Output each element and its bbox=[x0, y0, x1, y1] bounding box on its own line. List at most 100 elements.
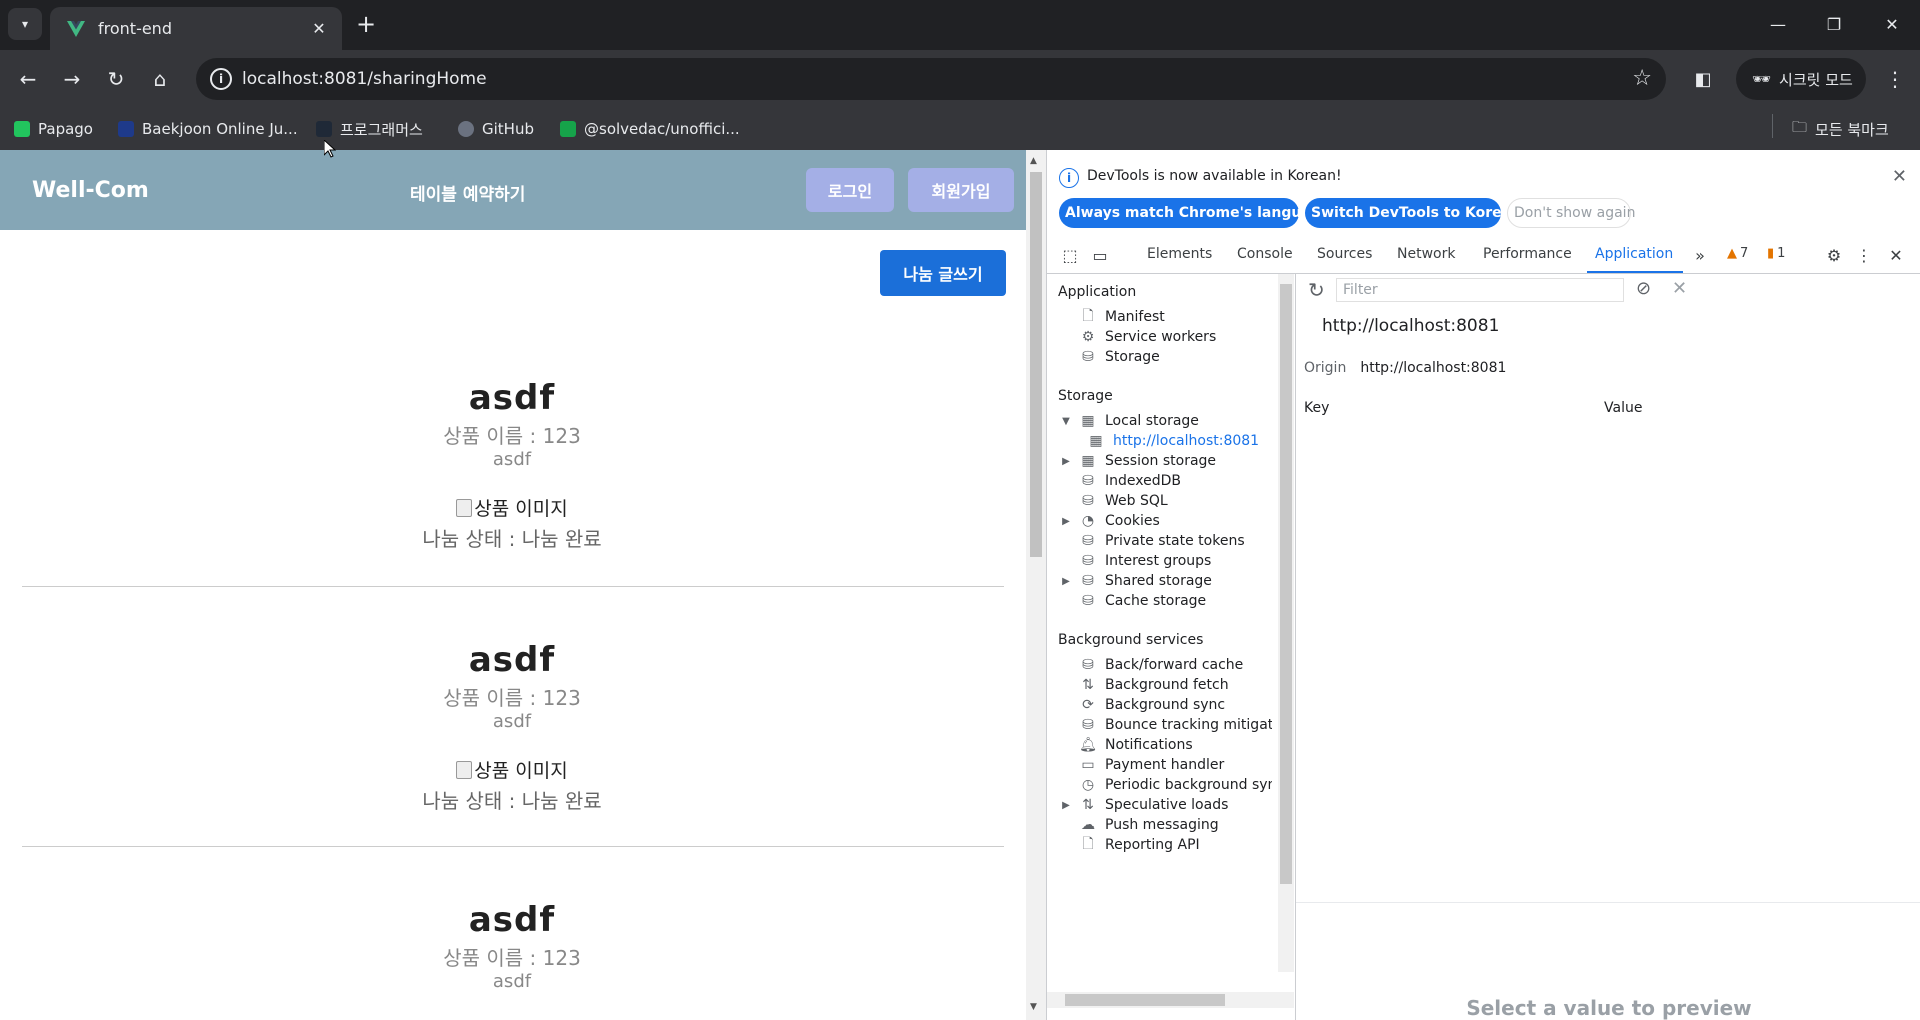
issues-badge[interactable]: ▮ 1 bbox=[1767, 246, 1785, 261]
address-url[interactable]: localhost:8081/sharingHome bbox=[242, 69, 487, 89]
document-icon: 🗋 bbox=[1082, 836, 1094, 852]
new-tab-button[interactable]: + bbox=[352, 10, 380, 38]
switch-to-korean-button[interactable]: Switch DevTools to Korean bbox=[1305, 198, 1521, 228]
sidebar-item-cookies[interactable]: ▶ ◔ Cookies bbox=[1061, 510, 1160, 532]
collapsed-triangle-icon[interactable]: ▶ bbox=[1061, 576, 1071, 587]
scroll-up-icon[interactable]: ▲ bbox=[1030, 156, 1037, 166]
tab-close-icon[interactable]: ✕ bbox=[308, 17, 330, 39]
sharing-post[interactable]: asdf 상품 이름 : 123 asdf bbox=[22, 900, 1002, 992]
signup-button[interactable]: 회원가입 bbox=[908, 168, 1014, 212]
tab-performance[interactable]: Performance bbox=[1483, 246, 1572, 262]
side-panel-icon[interactable]: ◧ bbox=[1688, 64, 1718, 94]
sidebar-item-reporting-api[interactable]: 🗋 Reporting API bbox=[1061, 834, 1199, 856]
sidebar-item-bounce-tracking[interactable]: ⛁ Bounce tracking mitigatic bbox=[1061, 714, 1272, 736]
vue-icon bbox=[67, 21, 85, 37]
collapsed-triangle-icon[interactable]: ▶ bbox=[1061, 800, 1071, 811]
sidebar-item-notifications[interactable]: 🔔︎ Notifications bbox=[1061, 734, 1193, 756]
tab-console[interactable]: Console bbox=[1237, 246, 1293, 262]
more-tabs-icon[interactable]: » bbox=[1689, 244, 1711, 266]
preview-split-divider[interactable] bbox=[1296, 902, 1920, 903]
sidebar-item-periodic-background-sync[interactable]: ◷ Periodic background sync bbox=[1061, 774, 1272, 796]
tab-sources[interactable]: Sources bbox=[1317, 246, 1372, 262]
bell-icon: 🔔︎ bbox=[1079, 737, 1097, 753]
browser-menu-icon[interactable]: ⋮ bbox=[1880, 64, 1910, 94]
tab-elements[interactable]: Elements bbox=[1147, 246, 1212, 262]
restore-button[interactable]: ❐ bbox=[1814, 8, 1854, 40]
sidebar-item-speculative-loads[interactable]: ▶ ⇅ Speculative loads bbox=[1061, 794, 1228, 816]
storage-toolbar: ↻ Filter ⊘ ✕ bbox=[1296, 274, 1920, 306]
reload-icon[interactable]: ↻ bbox=[98, 61, 134, 97]
window-close-button[interactable]: ✕ bbox=[1872, 8, 1912, 40]
home-icon[interactable]: ⌂ bbox=[142, 61, 178, 97]
back-arrow-icon[interactable]: ← bbox=[10, 61, 46, 97]
write-sharing-post-button[interactable]: 나눔 글쓰기 bbox=[880, 250, 1006, 296]
tab-network[interactable]: Network bbox=[1397, 246, 1455, 262]
database-icon: ⛁ bbox=[1082, 533, 1094, 549]
collapsed-triangle-icon[interactable]: ▶ bbox=[1061, 516, 1071, 527]
bookmark-solvedac[interactable]: @solvedac/unoffici... bbox=[560, 118, 740, 140]
nav-table-reservation[interactable]: 테이블 예약하기 bbox=[410, 180, 525, 205]
sidebar-item-web-sql[interactable]: ⛁ Web SQL bbox=[1061, 490, 1168, 512]
sidebar-item-service-workers[interactable]: ⚙ Service workers bbox=[1061, 326, 1217, 348]
site-info-icon[interactable]: i bbox=[210, 68, 232, 90]
sidebar-item-background-sync[interactable]: ⟳ Background sync bbox=[1061, 694, 1225, 716]
browser-tab[interactable]: front-end ✕ bbox=[50, 7, 342, 50]
sidebar-item-interest-groups[interactable]: ⛁ Interest groups bbox=[1061, 550, 1211, 572]
devtools-close-icon[interactable]: ✕ bbox=[1885, 244, 1907, 266]
sidebar-item-storage[interactable]: ⛁ Storage bbox=[1061, 346, 1160, 368]
sidebar-scroll-thumb[interactable] bbox=[1280, 284, 1292, 884]
page-scrollbar[interactable]: ▲ ▼ bbox=[1026, 150, 1046, 1020]
column-key[interactable]: Key bbox=[1304, 400, 1329, 416]
sidebar-item-indexeddb[interactable]: ⛁ IndexedDB bbox=[1061, 470, 1181, 492]
sidebar-item-private-state-tokens[interactable]: ⛁ Private state tokens bbox=[1061, 530, 1245, 552]
sidebar-item-cache-storage[interactable]: ⛁ Cache storage bbox=[1061, 590, 1206, 612]
page-scroll-thumb[interactable] bbox=[1030, 172, 1042, 557]
filter-input[interactable]: Filter bbox=[1336, 278, 1624, 302]
sidebar-item-manifest[interactable]: 🗋 Manifest bbox=[1061, 306, 1164, 328]
sidebar-item-payment-handler[interactable]: ▭ Payment handler bbox=[1061, 754, 1224, 776]
address-bar[interactable]: i localhost:8081/sharingHome ☆ bbox=[196, 58, 1666, 100]
bookmark-github[interactable]: GitHub bbox=[458, 118, 534, 140]
minimize-button[interactable]: — bbox=[1758, 8, 1798, 40]
sidebar-item-local-storage[interactable]: ▼ ▦ Local storage bbox=[1061, 410, 1199, 432]
login-button[interactable]: 로그인 bbox=[806, 168, 894, 212]
bookmark-papago[interactable]: Papago bbox=[14, 118, 93, 140]
warnings-badge[interactable]: ▲ 7 bbox=[1727, 246, 1748, 261]
delete-selected-icon[interactable]: ✕ bbox=[1672, 278, 1687, 299]
sidebar-horizontal-scrollbar[interactable] bbox=[1047, 992, 1294, 1008]
sidebar-item-session-storage[interactable]: ▶ ▦ Session storage bbox=[1061, 450, 1216, 472]
column-value[interactable]: Value bbox=[1604, 400, 1642, 416]
sidebar-item-local-storage-origin[interactable]: ▦ http://localhost:8081 bbox=[1087, 430, 1259, 452]
inspect-element-icon[interactable]: ⬚ bbox=[1059, 244, 1081, 266]
sidebar-item-shared-storage[interactable]: ▶ ⛁ Shared storage bbox=[1061, 570, 1212, 592]
tab-application[interactable]: Application bbox=[1595, 246, 1673, 262]
sidebar-item-background-fetch[interactable]: ⇅ Background fetch bbox=[1061, 674, 1228, 696]
bookmark-programmers[interactable]: 프로그래머스 bbox=[316, 118, 423, 140]
scroll-down-icon[interactable]: ▼ bbox=[1030, 1002, 1037, 1012]
post-image: 상품 이미지 bbox=[456, 756, 568, 783]
settings-gear-icon[interactable]: ⚙ bbox=[1823, 244, 1845, 266]
dont-show-again-button[interactable]: Don't show again bbox=[1507, 198, 1635, 228]
collapsed-triangle-icon[interactable]: ▶ bbox=[1061, 456, 1071, 467]
infobar-close-icon[interactable]: ✕ bbox=[1892, 166, 1907, 187]
bookmark-star-icon[interactable]: ☆ bbox=[1632, 66, 1652, 91]
devtools-menu-icon[interactable]: ⋮ bbox=[1853, 244, 1875, 266]
sidebar-scrollbar[interactable] bbox=[1278, 274, 1294, 972]
refresh-icon[interactable]: ↻ bbox=[1308, 278, 1325, 302]
database-icon: ⛁ bbox=[1082, 657, 1094, 673]
sidebar-hscroll-thumb[interactable] bbox=[1065, 994, 1225, 1006]
clear-all-icon[interactable]: ⊘ bbox=[1636, 278, 1651, 299]
incognito-button[interactable]: 🕶 시크릿 모드 bbox=[1736, 58, 1866, 100]
tab-search-button[interactable]: ▾ bbox=[8, 8, 42, 40]
forward-arrow-icon[interactable]: → bbox=[54, 61, 90, 97]
bookmark-baekjoon[interactable]: Baekjoon Online Ju... bbox=[118, 118, 298, 140]
sharing-post[interactable]: asdf 상품 이름 : 123 asdf 상품 이미지 나눔 상태 : 나눔 … bbox=[22, 640, 1002, 814]
expanded-triangle-icon[interactable]: ▼ bbox=[1061, 416, 1071, 427]
site-logo[interactable]: Well-Com bbox=[32, 178, 149, 203]
sharing-post[interactable]: asdf 상품 이름 : 123 asdf 상품 이미지 나눔 상태 : 나눔 … bbox=[22, 378, 1002, 552]
always-match-language-button[interactable]: Always match Chrome's language bbox=[1059, 198, 1330, 228]
sidebar-item-back-forward-cache[interactable]: ⛁ Back/forward cache bbox=[1061, 654, 1243, 676]
device-toolbar-icon[interactable]: ▭ bbox=[1089, 244, 1111, 266]
database-icon: ⛁ bbox=[1082, 717, 1094, 733]
all-bookmarks-button[interactable]: 🗀 모든 북마크 bbox=[1792, 118, 1889, 140]
